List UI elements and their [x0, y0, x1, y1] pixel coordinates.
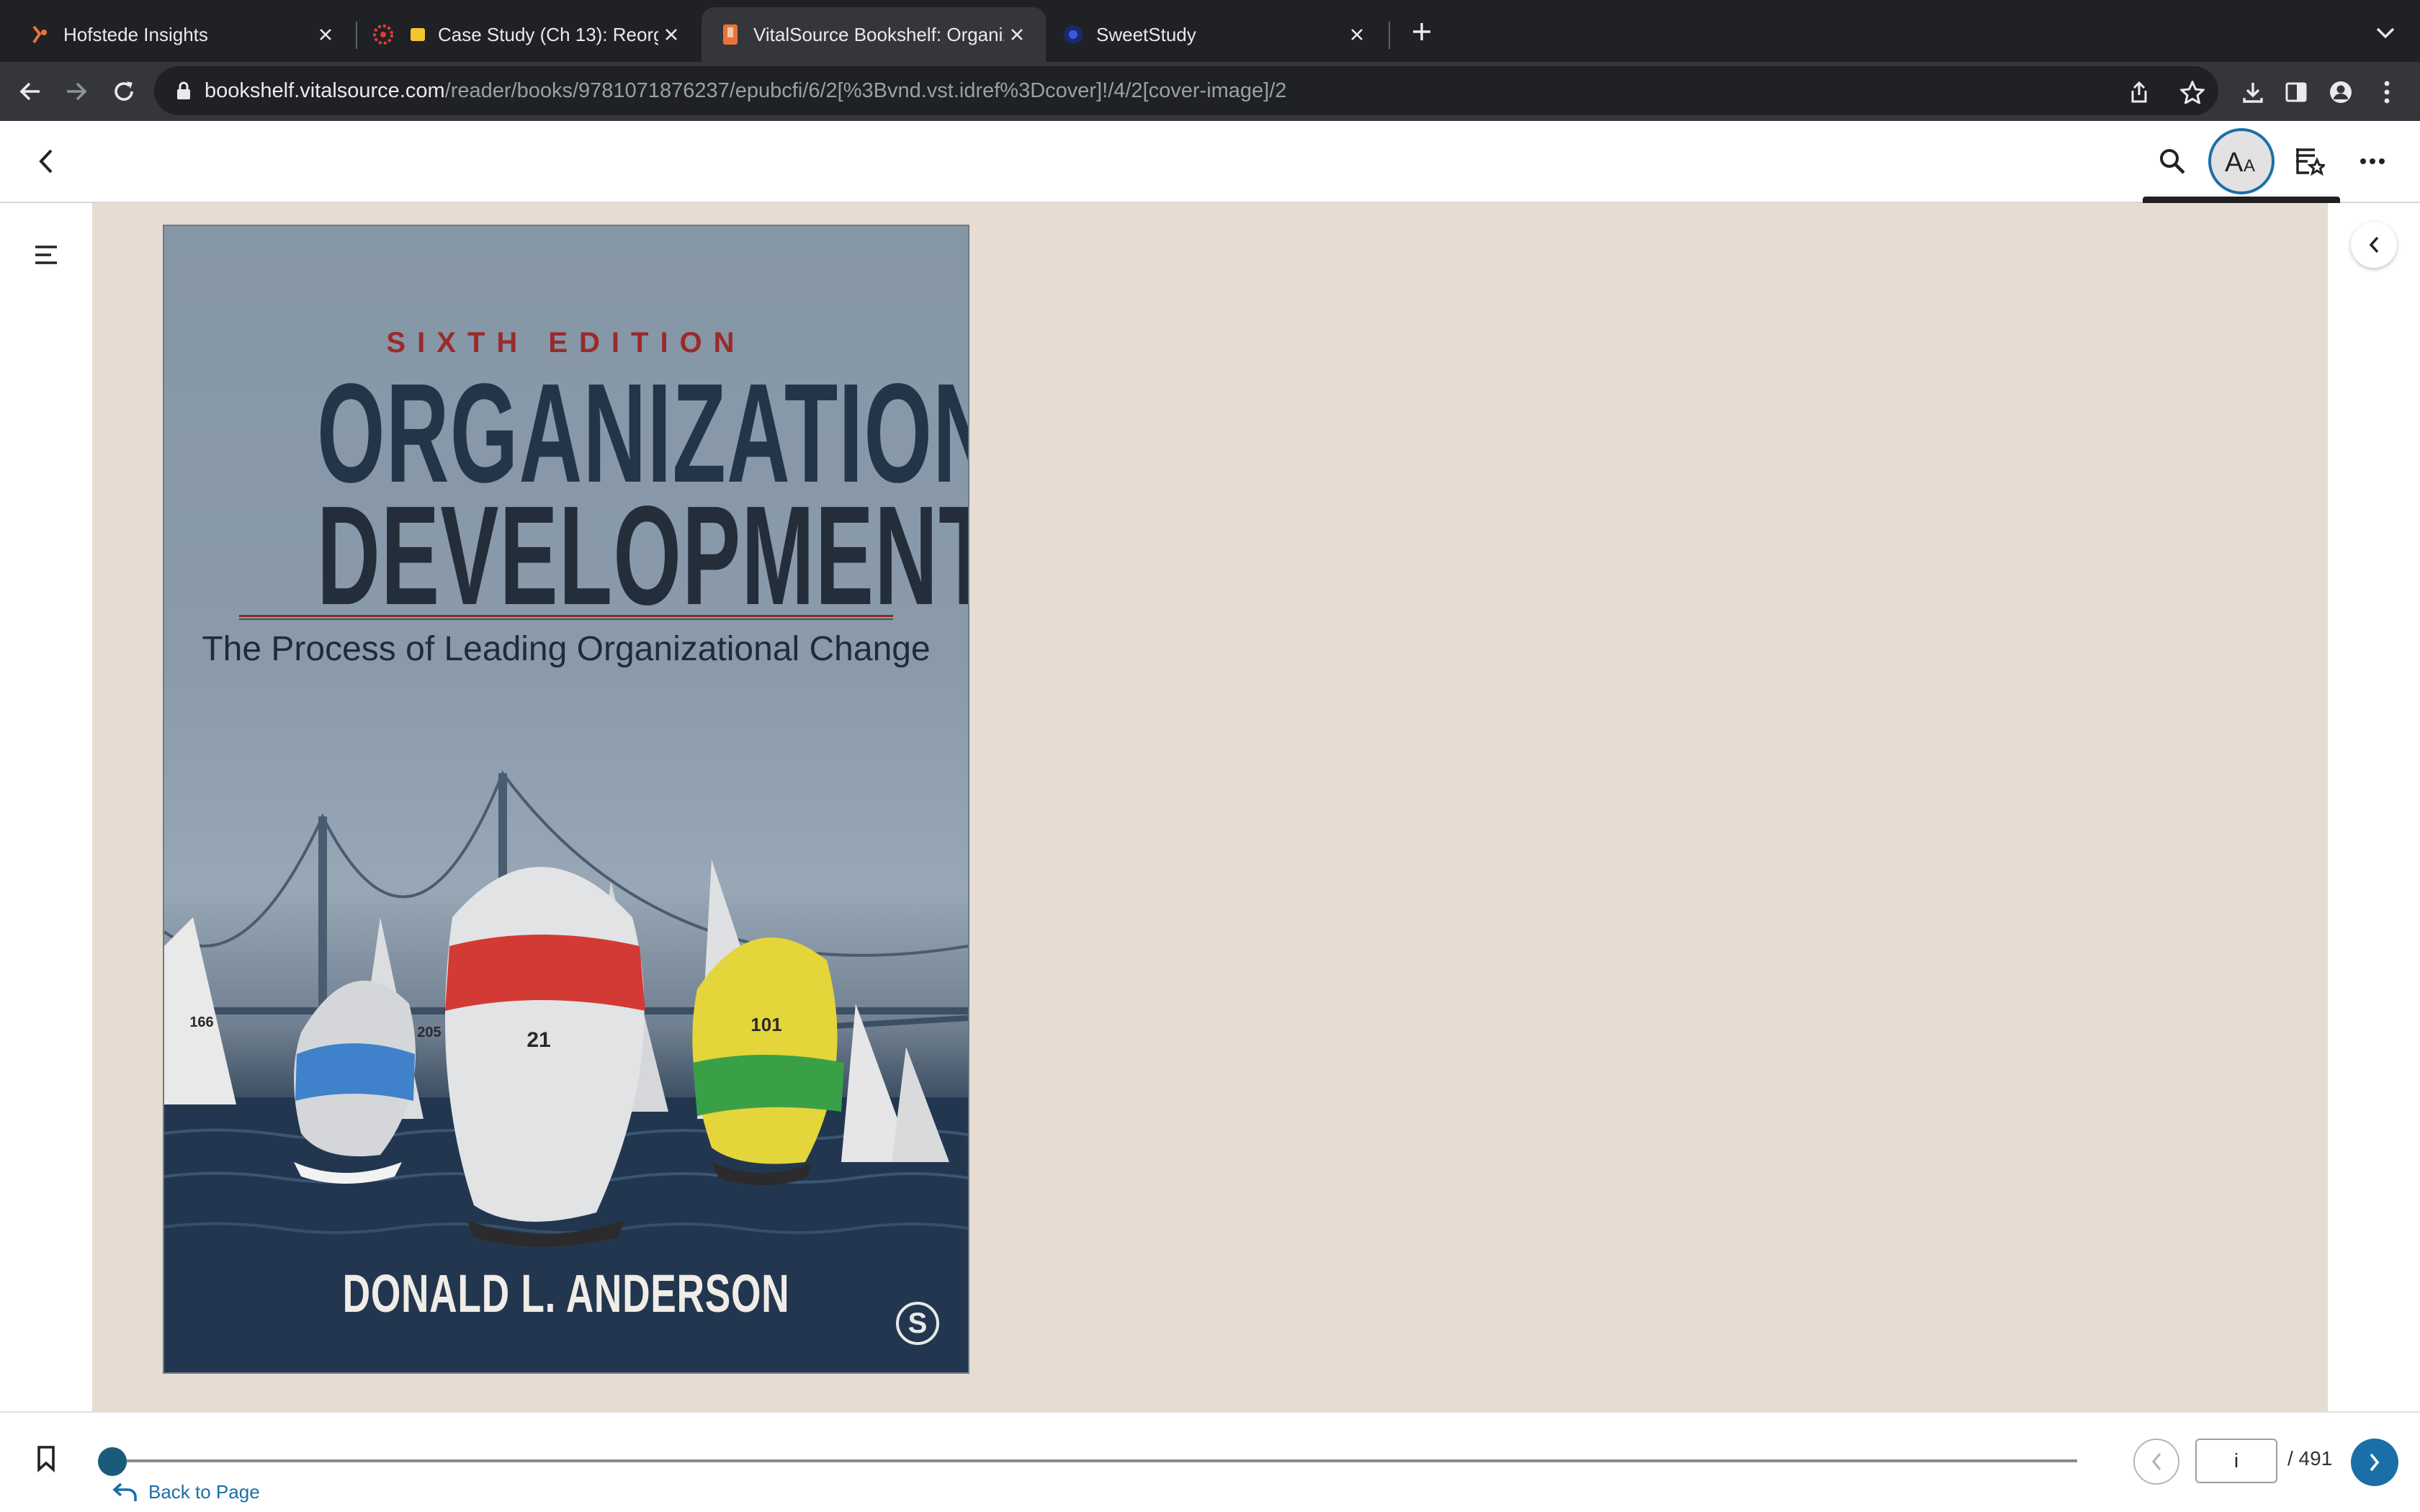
tab-divider — [1389, 22, 1390, 49]
cover-author: DONALD L. ANDERSON — [342, 1264, 790, 1323]
downloads-button[interactable] — [2236, 75, 2270, 109]
bookmark-page-button[interactable] — [26, 1439, 66, 1479]
menu-lines-icon — [35, 246, 57, 264]
download-icon — [2243, 83, 2263, 103]
sail-number: 101 — [750, 1014, 781, 1035]
tab-title: Hofstede Insights — [63, 23, 208, 45]
sail-number: 166 — [189, 1014, 213, 1030]
canvas-favicon-icon — [372, 23, 395, 46]
tab-case-study[interactable]: Case Study (Ch 13): Reorga — [357, 7, 700, 62]
chevron-left-icon — [39, 149, 53, 174]
url-text: bookshelf.vitalsource.com/reader/books/9… — [205, 79, 1286, 103]
arrow-right-icon — [67, 82, 87, 101]
url-host: bookshelf.vitalsource.com — [205, 78, 445, 102]
more-options-button[interactable] — [2344, 132, 2401, 190]
reader-header: AA — [0, 121, 2420, 203]
url-path: /reader/books/9781071876237/epubcfi/6/2[… — [444, 78, 1287, 102]
reload-button[interactable] — [101, 68, 147, 114]
sail-number: 21 — [526, 1028, 550, 1052]
close-tab-icon[interactable] — [313, 22, 339, 48]
book-cover-image: 21 101 166 205 SIXTH EDITION ORGANIZATIO… — [164, 226, 968, 1372]
profile-button[interactable] — [2323, 75, 2358, 109]
tab-search-button[interactable] — [2370, 17, 2401, 49]
more-horizontal-icon — [2360, 158, 2385, 164]
cover-title-line2: DEVELOPMENT — [317, 477, 968, 634]
sweetstudy-favicon-icon — [1062, 23, 1085, 46]
lock-icon — [176, 81, 192, 101]
new-tab-button[interactable] — [1404, 14, 1439, 49]
note-emoji-icon — [406, 23, 429, 46]
page-total: / 491 — [2287, 1447, 2333, 1470]
list-star-icon — [2296, 148, 2325, 176]
open-side-panel-button[interactable] — [2351, 222, 2397, 268]
cover-subtitle: The Process of Leading Organizational Ch… — [202, 630, 931, 668]
chevron-left-icon — [2151, 1452, 2161, 1471]
previous-page-button[interactable] — [2133, 1439, 2179, 1485]
reload-icon — [115, 81, 133, 101]
browser-tab-strip: Hofstede Insights Case Study (Ch 13): Re… — [0, 0, 2420, 62]
next-page-button[interactable] — [2351, 1439, 2398, 1486]
side-panel-icon — [2285, 82, 2307, 102]
chevron-down-icon — [2376, 27, 2395, 39]
tab-title: Case Study (Ch 13): Reorga — [438, 23, 658, 45]
undo-arrow-icon — [112, 1482, 137, 1501]
right-rail — [2328, 203, 2420, 1411]
close-tab-icon[interactable] — [1344, 22, 1370, 48]
tab-title: SweetStudy — [1096, 23, 1196, 45]
search-button[interactable] — [2143, 132, 2201, 190]
sail-number: 205 — [417, 1025, 441, 1040]
profile-icon — [2330, 81, 2352, 103]
share-button[interactable] — [2123, 76, 2155, 108]
cover-divider — [239, 615, 893, 622]
back-to-page-link[interactable]: Back to Page — [112, 1479, 260, 1505]
text-size-icon: AA — [2225, 148, 2255, 176]
vitalsource-favicon-icon — [719, 23, 742, 46]
chevron-left-icon — [2369, 236, 2379, 253]
star-icon — [2180, 81, 2205, 104]
plus-icon — [1413, 23, 1430, 40]
back-button[interactable] — [7, 68, 53, 114]
page-progress-slider[interactable] — [112, 1459, 2077, 1462]
kebab-menu-icon — [2384, 81, 2390, 104]
svg-text:A: A — [2244, 156, 2255, 176]
tab-title: VitalSource Bookshelf: Organiz — [753, 23, 1004, 45]
page-progress-thumb[interactable] — [98, 1447, 127, 1476]
reader-preferences-button[interactable]: AA — [2208, 128, 2275, 194]
close-tab-icon[interactable] — [658, 22, 684, 48]
arrow-left-icon — [19, 82, 40, 101]
bookmarks-list-button[interactable] — [2280, 132, 2338, 190]
svg-text:A: A — [2225, 148, 2244, 176]
publisher-logo-icon: S — [896, 1302, 939, 1345]
chrome-menu-button[interactable] — [2370, 75, 2404, 109]
forward-button[interactable] — [53, 68, 99, 114]
back-to-page-label: Back to Page — [148, 1480, 260, 1503]
table-of-contents-button[interactable] — [19, 228, 73, 282]
share-icon — [2131, 81, 2147, 103]
side-panel-button[interactable] — [2279, 75, 2313, 109]
search-icon — [2160, 149, 2185, 174]
bookmark-star-button[interactable] — [2177, 76, 2208, 108]
close-tab-icon[interactable] — [1004, 22, 1030, 48]
hofstede-favicon-icon — [29, 23, 52, 46]
tab-hofstede-insights[interactable]: Hofstede Insights — [0, 7, 354, 62]
bookmark-icon — [37, 1446, 55, 1472]
page-number-input[interactable] — [2195, 1439, 2277, 1483]
tab-sweetstudy[interactable]: SweetStudy — [1047, 7, 1386, 62]
tab-vitalsource[interactable]: VitalSource Bookshelf: Organiz — [702, 7, 1046, 62]
left-rail — [0, 203, 92, 1411]
reader-back-button[interactable] — [17, 132, 75, 190]
address-bar[interactable]: bookshelf.vitalsource.com/reader/books/9… — [154, 66, 2218, 115]
chevron-right-icon — [2370, 1453, 2380, 1472]
